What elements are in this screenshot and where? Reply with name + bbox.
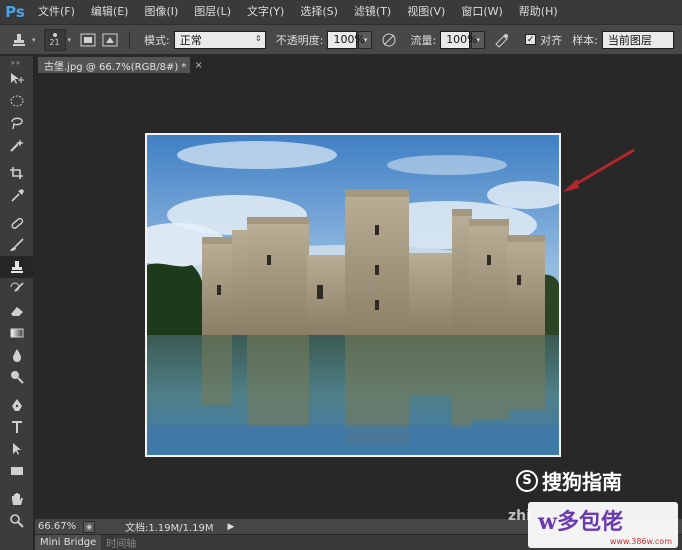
dodge-tool-icon[interactable] bbox=[0, 366, 34, 388]
hand-tool-icon[interactable] bbox=[0, 488, 34, 510]
healing-brush-tool-icon[interactable] bbox=[0, 212, 34, 234]
document-canvas[interactable] bbox=[145, 133, 561, 457]
menu-edit[interactable]: 编辑(E) bbox=[83, 0, 137, 24]
brush-size-picker[interactable]: 21 bbox=[43, 28, 66, 51]
menu-select[interactable]: 选择(S) bbox=[292, 0, 346, 24]
flow-input[interactable]: 100% bbox=[440, 30, 478, 49]
updown-arrow-icon: ⇕ bbox=[255, 33, 262, 43]
menu-help[interactable]: 帮助(H) bbox=[511, 0, 566, 24]
menu-bar: Ps 文件(F) 编辑(E) 图像(I) 图层(L) 文字(Y) 选择(S) 滤… bbox=[0, 0, 682, 24]
gradient-tool-icon[interactable] bbox=[0, 322, 34, 344]
opacity-input[interactable]: 100% bbox=[327, 30, 365, 49]
flow-value: 100% bbox=[446, 33, 478, 46]
brush-dropdown-arrow-icon[interactable]: ▾ bbox=[68, 36, 72, 44]
eraser-tool-icon[interactable] bbox=[0, 300, 34, 322]
lasso-tool-icon[interactable] bbox=[0, 112, 34, 134]
sample-select[interactable]: 当前图层 bbox=[601, 30, 674, 49]
mode-value: 正常 bbox=[179, 33, 202, 47]
tab-mini-bridge[interactable]: Mini Bridge bbox=[35, 535, 102, 550]
menu-file[interactable]: 文件(F) bbox=[30, 0, 83, 24]
site-watermark-title: w多包佬 bbox=[538, 509, 623, 535]
flow-label: 流量: bbox=[410, 33, 437, 47]
toolbar-grip[interactable]: ▸▸ bbox=[0, 56, 33, 68]
blur-tool-icon[interactable] bbox=[0, 344, 34, 366]
menu-layer[interactable]: 图层(L) bbox=[186, 0, 239, 24]
quick-selection-tool-icon[interactable] bbox=[0, 134, 34, 156]
aligned-checkbox[interactable]: ✓ bbox=[525, 34, 537, 45]
document-tab-title: 古堡.jpg @ 66.7%(RGB/8#) * bbox=[44, 61, 187, 73]
sogou-watermark-text: 搜狗指南 bbox=[542, 470, 622, 494]
path-selection-tool-icon[interactable] bbox=[0, 438, 34, 460]
menu-image[interactable]: 图像(I) bbox=[136, 0, 186, 24]
menu-window[interactable]: 窗口(W) bbox=[453, 0, 510, 24]
menu-view[interactable]: 视图(V) bbox=[399, 0, 453, 24]
photoshop-logo: Ps bbox=[5, 3, 25, 21]
preset-dropdown-arrow-icon[interactable]: ▾ bbox=[32, 36, 36, 44]
sample-label: 样本: bbox=[572, 33, 598, 47]
menu-type[interactable]: 文字(Y) bbox=[239, 0, 292, 24]
status-info-icon[interactable]: ◉ bbox=[83, 520, 95, 533]
document-size-info: 文档:1.19M/1.19M bbox=[125, 523, 214, 534]
site-watermark-badge: w多包佬 www.386w.com bbox=[528, 502, 678, 548]
menu-filter[interactable]: 滤镜(T) bbox=[346, 0, 399, 24]
status-menu-arrow-icon[interactable]: ▶ bbox=[228, 522, 235, 532]
brush-panel-toggle-icon[interactable] bbox=[79, 31, 97, 49]
sogou-logo-icon: S bbox=[516, 469, 538, 492]
options-bar: ▾ 21 ▾ 模式: 正常 ⇕ 不透明度: 100% ▾ 流量: 100% ▾ … bbox=[0, 24, 682, 55]
canvas-area[interactable] bbox=[35, 74, 682, 518]
site-watermark-url: www.386w.com bbox=[609, 537, 672, 546]
options-separator bbox=[129, 30, 131, 49]
airbrush-icon[interactable] bbox=[493, 31, 511, 49]
opacity-value: 100% bbox=[333, 33, 365, 46]
close-icon[interactable]: × bbox=[194, 60, 202, 71]
annotation-arrow-icon bbox=[563, 148, 635, 192]
pen-tool-icon[interactable] bbox=[0, 394, 34, 416]
type-tool-icon[interactable] bbox=[0, 416, 34, 438]
tools-panel: ▸▸ bbox=[0, 56, 34, 550]
mode-select[interactable]: 正常 ⇕ bbox=[173, 30, 266, 49]
history-brush-tool-icon[interactable] bbox=[0, 278, 34, 300]
clone-stamp-tool-icon[interactable] bbox=[0, 256, 34, 278]
zoom-tool-icon[interactable] bbox=[0, 510, 34, 532]
castle-photo bbox=[147, 135, 559, 455]
clone-stamp-preset-icon[interactable] bbox=[10, 31, 28, 49]
sogou-watermark: S 搜狗指南 bbox=[516, 466, 622, 495]
document-tab[interactable]: 古堡.jpg @ 66.7%(RGB/8#) * × bbox=[37, 56, 203, 73]
crop-tool-icon[interactable] bbox=[0, 162, 34, 184]
mode-label: 模式: bbox=[144, 33, 170, 47]
aligned-label: 对齐 bbox=[540, 33, 563, 47]
marquee-tool-icon[interactable] bbox=[0, 90, 34, 112]
zoom-level[interactable]: 66.67% bbox=[35, 521, 77, 532]
brush-tool-icon[interactable] bbox=[0, 234, 34, 256]
tab-timeline[interactable]: 时间轴 bbox=[101, 535, 141, 550]
clone-source-panel-icon[interactable] bbox=[101, 31, 119, 49]
pressure-opacity-icon[interactable] bbox=[380, 31, 398, 49]
opacity-label: 不透明度: bbox=[275, 33, 324, 47]
sample-value: 当前图层 bbox=[607, 33, 652, 47]
brush-size-value: 21 bbox=[49, 37, 60, 47]
rectangle-tool-icon[interactable] bbox=[0, 460, 34, 482]
eyedropper-tool-icon[interactable] bbox=[0, 184, 34, 206]
brush-tip-icon bbox=[52, 32, 57, 37]
move-tool-icon[interactable] bbox=[0, 68, 34, 90]
